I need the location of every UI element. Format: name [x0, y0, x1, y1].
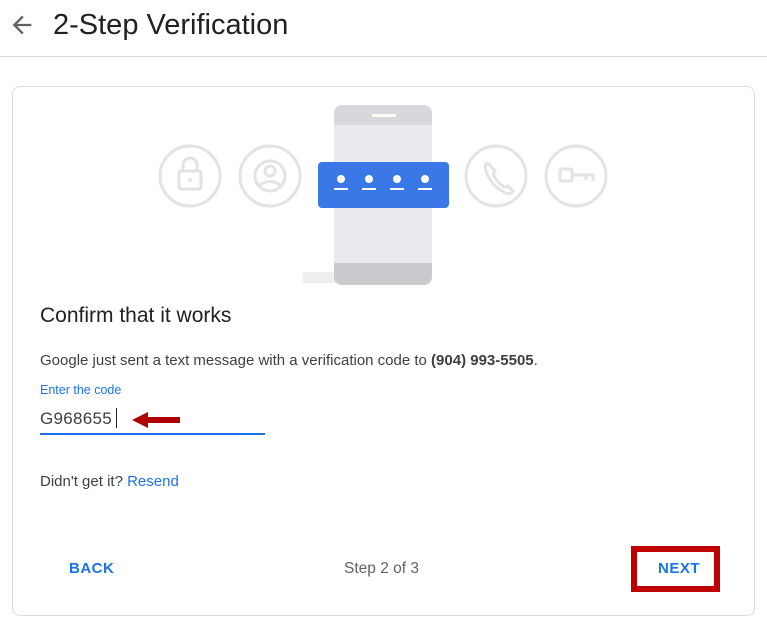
person-icon	[238, 144, 302, 208]
annotation-arrow-icon	[132, 412, 180, 428]
confirm-heading: Confirm that it works	[40, 304, 232, 327]
code-field-label: Enter the code	[40, 383, 122, 397]
resend-link[interactable]: Resend	[127, 473, 179, 490]
resend-prefix: Didn't get it?	[40, 473, 128, 490]
lock-icon	[158, 144, 222, 208]
message-prefix: Google just sent a text message with a v…	[40, 352, 432, 369]
page-header: 2-Step Verification	[0, 0, 767, 57]
code-dots-panel	[318, 162, 449, 208]
back-button[interactable]: BACK	[69, 560, 114, 577]
resend-line: Didn't get it? Resend	[40, 473, 179, 490]
phone-number: (904) 993-5505	[431, 352, 534, 369]
arrow-left-icon[interactable]	[8, 11, 36, 39]
text-caret	[116, 408, 117, 428]
verification-illustration	[158, 105, 608, 285]
verification-card: Confirm that it works Google just sent a…	[12, 86, 755, 616]
key-icon	[544, 144, 608, 208]
phone-icon	[464, 144, 528, 208]
step-indicator: Step 2 of 3	[344, 560, 419, 577]
page-title: 2-Step Verification	[53, 9, 289, 41]
verification-message: Google just sent a text message with a v…	[40, 352, 538, 369]
next-button[interactable]: NEXT	[658, 560, 700, 577]
message-suffix: .	[533, 352, 538, 369]
code-input-value[interactable]: G968655	[40, 409, 112, 429]
